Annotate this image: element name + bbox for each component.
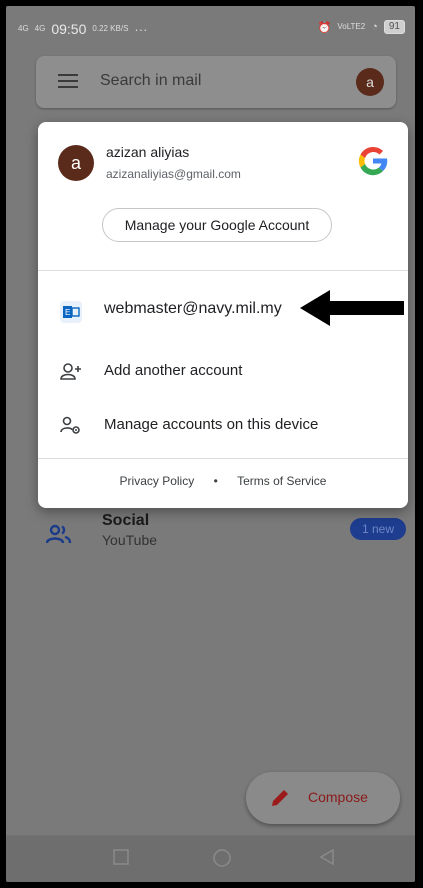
manage-google-account-button[interactable]: Manage your Google Account <box>102 208 332 242</box>
status-left: 4G 4G 09:50 0.22 KB/S ··· <box>18 21 147 37</box>
clock: 09:50 <box>51 21 87 37</box>
add-account-row[interactable]: Add another account <box>38 348 408 394</box>
signal-icon-2: 4G <box>34 24 46 33</box>
android-nav-bar <box>6 835 415 882</box>
more-dots: ··· <box>134 21 148 37</box>
category-title: Social <box>102 512 150 529</box>
search-input[interactable]: Search in mail <box>100 72 201 90</box>
divider <box>38 270 408 271</box>
add-account-label: Add another account <box>104 362 243 379</box>
battery-icon: 91 <box>383 20 405 34</box>
recent-apps-icon[interactable] <box>112 848 130 866</box>
compose-button[interactable]: Compose <box>246 772 400 824</box>
account-avatar: a <box>58 145 94 181</box>
volte-icon: VoLTE2 <box>337 22 366 31</box>
account-email: azizanaliyias@gmail.com <box>106 167 241 181</box>
dialog-footer: Privacy Policy • Terms of Service <box>38 474 408 488</box>
alarm-icon: ⏰ <box>317 21 332 34</box>
annotation-arrow-icon <box>300 290 404 326</box>
google-logo-icon <box>358 146 388 176</box>
divider <box>38 458 408 459</box>
manage-accounts-row[interactable]: Manage accounts on this device <box>38 402 408 448</box>
account-avatar-button[interactable]: a <box>356 68 384 96</box>
footer-separator: • <box>213 474 218 488</box>
social-category-row[interactable]: Social YouTube 1 new <box>6 506 415 566</box>
menu-icon[interactable] <box>58 74 78 88</box>
account-switcher-dialog: a azizan aliyias azizanaliyias@gmail.com… <box>38 122 408 508</box>
phone-screen: 4G 4G 09:50 0.22 KB/S ··· ⏰ VoLTE2 ◔ 91 … <box>6 6 415 882</box>
home-icon[interactable] <box>212 848 232 868</box>
category-subtitle: YouTube <box>102 532 158 548</box>
status-bar: 4G 4G 09:50 0.22 KB/S ··· ⏰ VoLTE2 ◔ 91 <box>6 6 415 52</box>
back-icon[interactable] <box>318 848 336 866</box>
compose-label: Compose <box>308 789 368 805</box>
wifi-icon: ◔ <box>371 21 378 33</box>
account-name: azizan aliyias <box>106 144 190 160</box>
manage-accounts-label: Manage accounts on this device <box>104 416 319 433</box>
status-right: ⏰ VoLTE2 ◔ 91 <box>318 20 405 34</box>
manage-accounts-icon <box>60 416 80 434</box>
pencil-icon <box>272 790 288 806</box>
exchange-account-email: webmaster@navy.mil.my <box>104 300 282 317</box>
privacy-policy-link[interactable]: Privacy Policy <box>120 474 195 488</box>
terms-of-service-link[interactable]: Terms of Service <box>237 474 326 488</box>
add-person-icon <box>60 363 81 380</box>
svg-text:E: E <box>65 308 70 317</box>
network-speed: 0.22 KB/S <box>92 24 129 33</box>
exchange-icon: E <box>60 301 82 323</box>
people-icon <box>46 524 72 544</box>
signal-icon-1: 4G <box>18 24 29 33</box>
new-count-badge: 1 new <box>350 518 407 540</box>
search-bar[interactable]: Search in mail a <box>36 56 396 108</box>
